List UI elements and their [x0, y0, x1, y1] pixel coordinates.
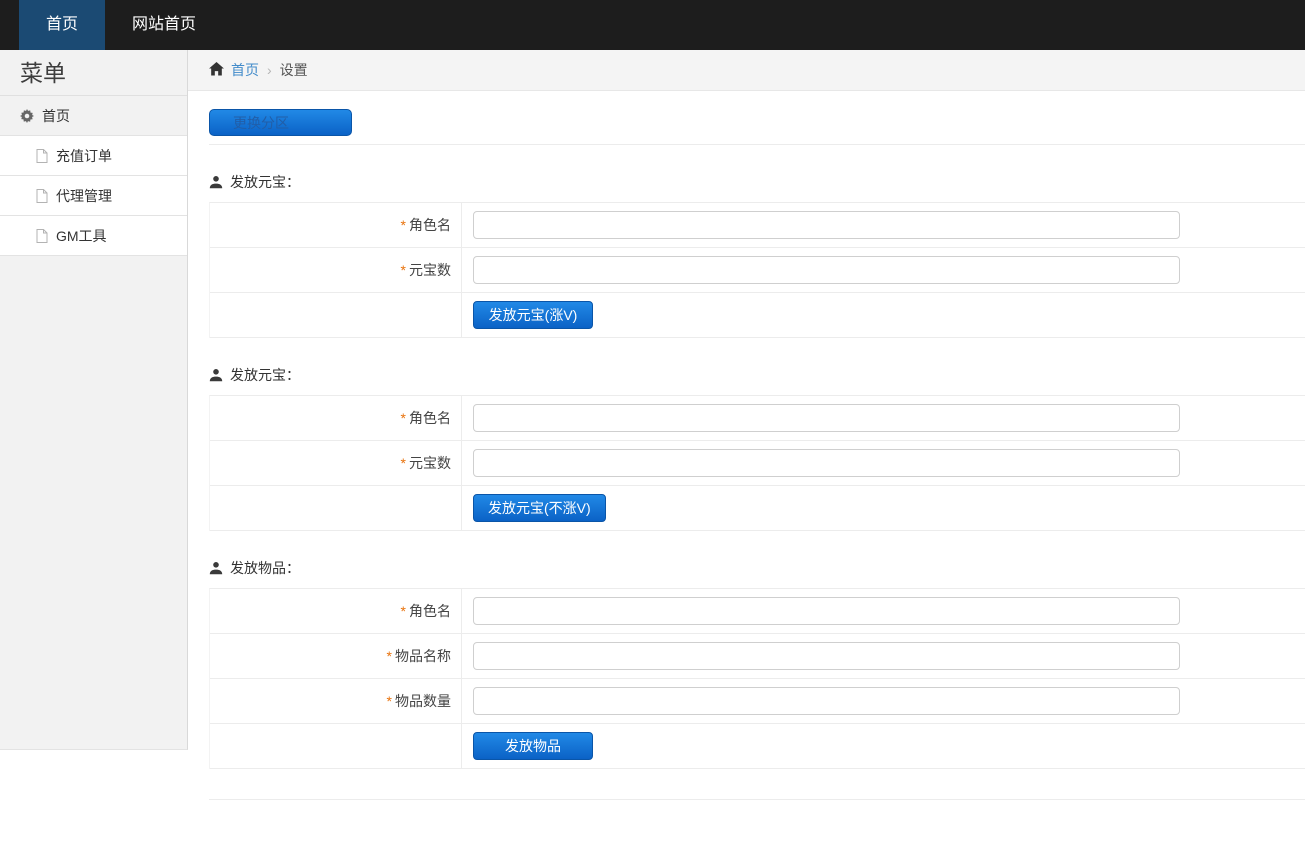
- required-mark: *: [401, 603, 406, 619]
- role-name-input[interactable]: [473, 597, 1180, 625]
- gear-icon: [20, 109, 34, 123]
- form-row: * 角色名: [210, 396, 1305, 441]
- section-title: 发放元宝：: [230, 365, 300, 385]
- document-icon: [36, 189, 48, 203]
- sidebar-item-label: 代理管理: [56, 186, 112, 206]
- sidebar-item-label: 充值订单: [56, 146, 112, 166]
- sidebar-item-home[interactable]: 首页: [0, 96, 187, 136]
- section-header-grant-yuanbao-1: 发放元宝：: [209, 172, 1305, 192]
- sidebar-item-recharge-orders[interactable]: 充值订单: [0, 136, 187, 176]
- divider: [209, 144, 1305, 145]
- section-header-grant-items: 发放物品：: [209, 558, 1305, 578]
- field-label: [210, 486, 462, 530]
- document-icon: [36, 149, 48, 163]
- field-cell: [462, 679, 1305, 723]
- item-name-input[interactable]: [473, 642, 1180, 670]
- breadcrumb-home-link[interactable]: 首页: [231, 60, 259, 80]
- tab-home[interactable]: 首页: [19, 0, 105, 50]
- form-row: * 元宝数: [210, 248, 1305, 293]
- field-cell: [462, 441, 1305, 485]
- field-label-text: 角色名: [409, 601, 451, 621]
- change-partition-button[interactable]: 更换分区: [209, 109, 352, 136]
- yuanbao-amount-input[interactable]: [473, 256, 1180, 284]
- field-label: [210, 724, 462, 768]
- required-mark: *: [401, 262, 406, 278]
- form-row: * 物品名称: [210, 634, 1305, 679]
- breadcrumb-separator: ›: [267, 62, 272, 78]
- required-mark: *: [401, 455, 406, 471]
- field-label-text: 角色名: [409, 408, 451, 428]
- field-cell: 发放元宝(涨V): [462, 293, 1305, 337]
- field-label-text: 元宝数: [409, 453, 451, 473]
- field-label-text: 元宝数: [409, 260, 451, 280]
- field-cell: 发放物品: [462, 724, 1305, 768]
- field-label: * 角色名: [210, 396, 462, 440]
- sidebar-item-label: 首页: [42, 106, 70, 126]
- grant-yuanbao-novip-button[interactable]: 发放元宝(不涨V): [473, 494, 606, 522]
- form-row: * 角色名: [210, 589, 1305, 634]
- form-row: * 角色名: [210, 203, 1305, 248]
- yuanbao-amount-input[interactable]: [473, 449, 1180, 477]
- field-label: * 角色名: [210, 589, 462, 633]
- field-label: * 角色名: [210, 203, 462, 247]
- field-label: * 元宝数: [210, 248, 462, 292]
- breadcrumb: 首页 › 设置: [188, 50, 1305, 91]
- field-label-text: 角色名: [409, 215, 451, 235]
- field-label: [210, 293, 462, 337]
- required-mark: *: [401, 410, 406, 426]
- form-row: 发放物品: [210, 724, 1305, 769]
- grant-yuanbao-vip-button[interactable]: 发放元宝(涨V): [473, 301, 593, 329]
- sidebar-item-gm-tools[interactable]: GM工具: [0, 216, 187, 256]
- required-mark: *: [401, 217, 406, 233]
- sidebar-title: 菜单: [0, 50, 187, 96]
- form-grant-yuanbao-1: * 角色名 * 元宝数 发放元宝(涨V): [209, 202, 1305, 338]
- home-icon[interactable]: [209, 62, 224, 79]
- field-cell: [462, 396, 1305, 440]
- role-name-input[interactable]: [473, 404, 1180, 432]
- breadcrumb-current: 设置: [280, 60, 308, 80]
- form-grant-yuanbao-2: * 角色名 * 元宝数 发放元宝(不涨V): [209, 395, 1305, 531]
- tab-site-home[interactable]: 网站首页: [105, 0, 223, 50]
- required-mark: *: [387, 693, 392, 709]
- form-grant-items: * 角色名 * 物品名称 * 物品数量: [209, 588, 1305, 769]
- form-row: * 元宝数: [210, 441, 1305, 486]
- content: 更换分区 发放元宝： * 角色名 * 元宝数: [188, 91, 1305, 800]
- user-icon: [209, 561, 223, 575]
- form-row: 发放元宝(不涨V): [210, 486, 1305, 531]
- field-label: * 元宝数: [210, 441, 462, 485]
- field-cell: [462, 634, 1305, 678]
- sidebar: 菜单 首页 充值订单 代理管理 GM工具: [0, 50, 188, 750]
- section-title: 发放元宝：: [230, 172, 300, 192]
- divider: [209, 799, 1305, 800]
- required-mark: *: [387, 648, 392, 664]
- grant-items-button[interactable]: 发放物品: [473, 732, 593, 760]
- field-label: * 物品数量: [210, 679, 462, 723]
- field-cell: [462, 589, 1305, 633]
- sidebar-item-agent-management[interactable]: 代理管理: [0, 176, 187, 216]
- field-cell: 发放元宝(不涨V): [462, 486, 1305, 530]
- user-icon: [209, 175, 223, 189]
- field-label: * 物品名称: [210, 634, 462, 678]
- field-label-text: 物品名称: [395, 646, 451, 666]
- section-title: 发放物品：: [230, 558, 300, 578]
- field-cell: [462, 203, 1305, 247]
- section-header-grant-yuanbao-2: 发放元宝：: [209, 365, 1305, 385]
- field-cell: [462, 248, 1305, 292]
- sidebar-item-label: GM工具: [56, 226, 107, 246]
- role-name-input[interactable]: [473, 211, 1180, 239]
- main-area: 首页 › 设置 更换分区 发放元宝： * 角色名: [188, 50, 1305, 800]
- document-icon: [36, 229, 48, 243]
- form-row: 发放元宝(涨V): [210, 293, 1305, 338]
- item-quantity-input[interactable]: [473, 687, 1180, 715]
- form-row: * 物品数量: [210, 679, 1305, 724]
- field-label-text: 物品数量: [395, 691, 451, 711]
- topbar: 首页 网站首页: [0, 0, 1305, 50]
- user-icon: [209, 368, 223, 382]
